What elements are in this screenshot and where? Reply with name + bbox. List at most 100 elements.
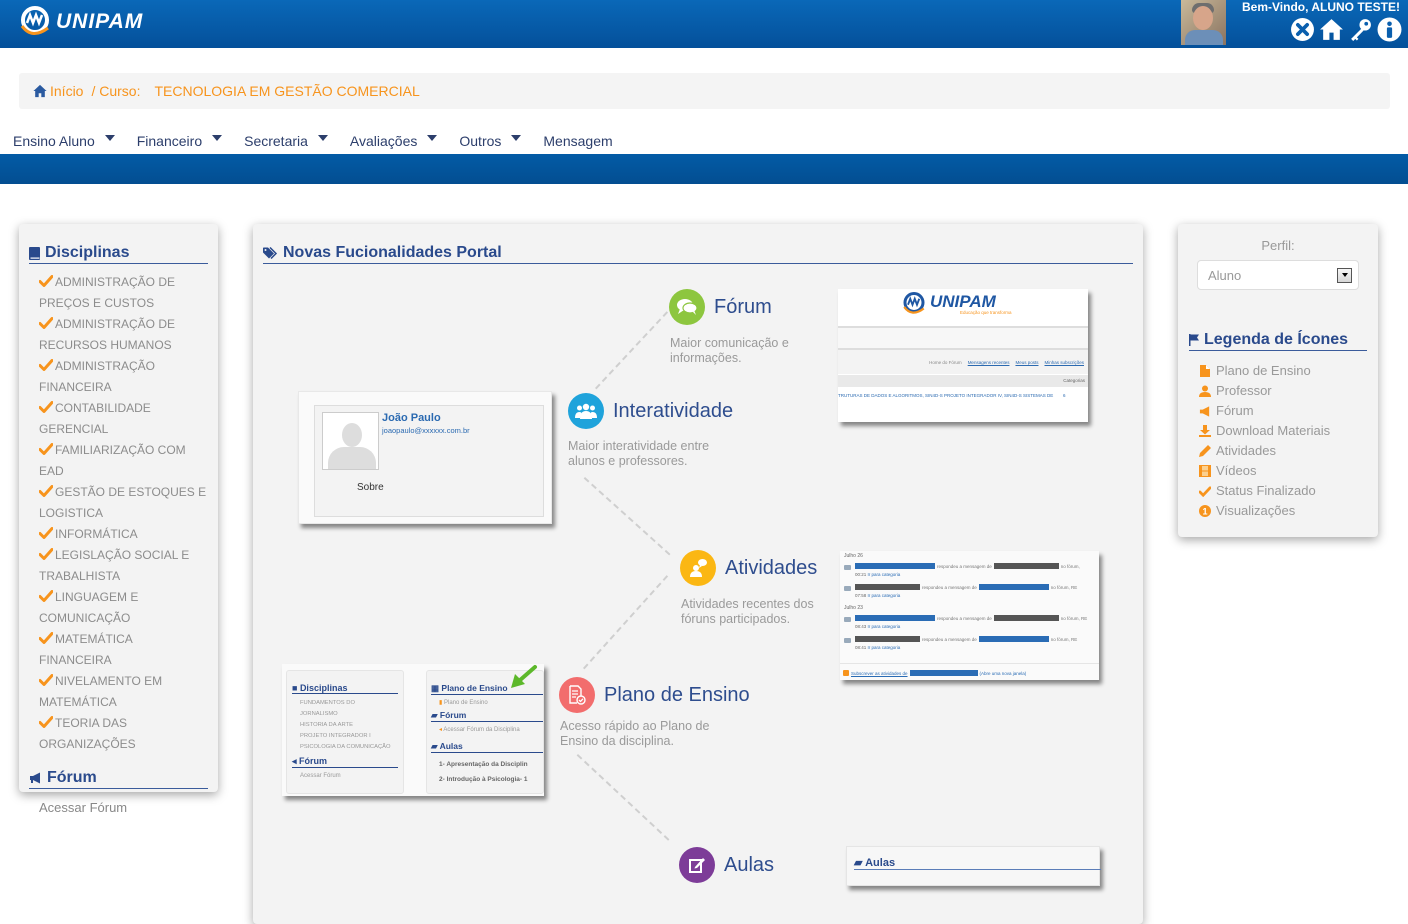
- forum-preview: UNIPAM Educação que transforma Home do F…: [838, 289, 1088, 422]
- discipline-item[interactable]: ADMINISTRAÇÃO DE RECURSOS HUMANOS: [39, 314, 208, 356]
- recent-messages-link[interactable]: Mensagens recentes: [968, 360, 1010, 365]
- forum-row-count: 6: [1063, 393, 1066, 398]
- menu-outros[interactable]: Outros: [459, 133, 522, 149]
- profile-card-preview: João Paulo joaopaulo@xxxxxx.com.br Sobre: [298, 391, 552, 524]
- redacted-user: [993, 615, 1059, 621]
- discipline-label: ADMINISTRAÇÃO DE PREÇOS E CUSTOS: [39, 275, 176, 310]
- category-link[interactable]: Ir para categoria: [868, 624, 901, 629]
- check-icon: [39, 485, 55, 499]
- category-link[interactable]: Ir para categoria: [868, 645, 901, 650]
- discipline-label: FAMILIARIZAÇÃO COM EAD: [39, 443, 186, 478]
- menu-mensagem[interactable]: Mensagem: [543, 133, 612, 149]
- chevron-down-icon: [1337, 267, 1352, 283]
- unipam-logo[interactable]: UNIPAM: [18, 6, 143, 38]
- activity-time: 00:21 Ir para categoria: [855, 572, 901, 577]
- mini-forum-link: Acessar Fórum: [300, 773, 341, 779]
- profile-legend-panel: Perfil: Aluno Legenda de Ícones Plano de…: [1178, 224, 1378, 537]
- legend-label: Visualizações: [1216, 503, 1296, 518]
- discipline-item[interactable]: MATEMÁTICA FINANCEIRA: [39, 629, 208, 671]
- message-icon: [844, 586, 851, 591]
- feature-atividades: Atividades: [680, 550, 817, 586]
- menu-band: [0, 154, 1408, 184]
- title-text: Novas Fucionalidades Portal: [283, 244, 502, 261]
- book-icon: [29, 246, 40, 260]
- legend-label: Vídeos: [1216, 463, 1257, 478]
- discipline-item[interactable]: CONTABILIDADE GERENCIAL: [39, 398, 208, 440]
- my-subscriptions-link[interactable]: Minhas subscrições: [1044, 360, 1084, 365]
- redacted-user: [978, 584, 1049, 590]
- discipline-item[interactable]: LINGUAGEM E COMUNICAÇÃO: [39, 587, 208, 629]
- info-button[interactable]: [1377, 17, 1402, 42]
- activity-entry: respondeu a mensagem de no fórum, RE: [855, 636, 1077, 642]
- my-posts-link[interactable]: Meus posts: [1015, 360, 1038, 365]
- redacted-user: [855, 563, 935, 569]
- legend-label: Professor: [1216, 383, 1272, 398]
- home-button[interactable]: [1319, 17, 1344, 42]
- unipam-logo-icon: [903, 292, 925, 314]
- feature-desc: Atividades recentes dos fóruns participa…: [681, 597, 814, 626]
- profile-select[interactable]: Aluno: [1197, 260, 1359, 290]
- bullhorn-icon: [1199, 405, 1211, 417]
- forum-preview-logo: UNIPAM Educação que transforma: [900, 292, 1012, 316]
- forum-home-link[interactable]: Home do Fórum: [929, 360, 962, 365]
- caret-down-icon: [212, 135, 223, 141]
- forum-title: Fórum: [29, 769, 208, 789]
- tags-icon: [263, 247, 278, 259]
- info-icon: [1377, 17, 1402, 42]
- feature-name: Plano de Ensino: [604, 683, 750, 706]
- category-link[interactable]: Ir para categoria: [868, 593, 901, 598]
- subscribe-link[interactable]: Subscrever as atividades de: [851, 671, 908, 676]
- access-forum-link[interactable]: Acessar Fórum: [29, 800, 208, 815]
- discipline-item[interactable]: ADMINISTRAÇÃO DE PREÇOS E CUSTOS: [39, 272, 208, 314]
- discipline-item[interactable]: NIVELAMENTO EM MATEMÁTICA: [39, 671, 208, 713]
- redacted-user: [855, 636, 920, 642]
- activity-date: Julho 26: [844, 553, 863, 559]
- user-avatar[interactable]: [1181, 0, 1226, 45]
- redacted-user: [855, 584, 920, 590]
- feature-desc: Maior interatividade entre alunos e prof…: [568, 439, 710, 468]
- menu-label: Financeiro: [136, 133, 203, 149]
- legend-label: Download Materiais: [1216, 423, 1331, 438]
- breadcrumb-home-link[interactable]: Início: [50, 83, 83, 99]
- activity-entry: respondeu a mensagem de no fórum, RE: [855, 615, 1087, 621]
- mini-plan-link: ▮ Plano de Ensino: [439, 700, 488, 706]
- new-features-title: Novas Fucionalidades Portal: [263, 244, 1133, 264]
- menu-avaliacoes[interactable]: Avaliações: [350, 133, 438, 149]
- discipline-item[interactable]: FAMILIARIZAÇÃO COM EAD: [39, 440, 208, 482]
- edit-icon: [679, 847, 715, 883]
- logout-button[interactable]: [1290, 17, 1315, 42]
- menu-label: Secretaria: [244, 133, 308, 149]
- check-icon: [1199, 485, 1211, 497]
- legend-list: Plano de Ensino Professor Fórum Download Ma…: [1189, 361, 1367, 521]
- discipline-item[interactable]: LEGISLAÇÃO SOCIAL E TRABALHISTA: [39, 545, 208, 587]
- menu-secretaria[interactable]: Secretaria: [244, 133, 328, 149]
- check-icon: [39, 527, 55, 541]
- legend-item: Download Materiais: [1199, 421, 1367, 441]
- aulas-preview-title: ▰ Aulas: [854, 856, 1101, 870]
- profile-about: Sobre: [357, 482, 384, 493]
- category-link[interactable]: Ir para categoria: [868, 572, 901, 577]
- unipam-logo-icon: [20, 6, 49, 35]
- forum-row-text[interactable]: TRUTURAS DE DADOS E ALGORITMOS, SIN4D-S …: [838, 393, 1053, 398]
- discipline-item[interactable]: GESTÃO DE ESTOQUES E LOGISTICA: [39, 482, 208, 524]
- menu-financeiro[interactable]: Financeiro: [136, 133, 223, 149]
- discipline-label: GESTÃO DE ESTOQUES E LOGISTICA: [39, 485, 207, 520]
- mini-forum-title: ▰ Fórum: [431, 710, 543, 722]
- discipline-item[interactable]: TEORIA DAS ORGANIZAÇÕES: [39, 713, 208, 755]
- avatar-placeholder-icon: [322, 412, 379, 470]
- activity-time: 08:43 Ir para categoria: [855, 624, 901, 629]
- discipline-label: ADMINISTRAÇÃO FINANCEIRA: [39, 359, 156, 394]
- redacted-user: [993, 563, 1059, 569]
- discipline-item[interactable]: INFORMÁTICA: [39, 524, 208, 545]
- menu-ensino-aluno[interactable]: Ensino Aluno: [13, 133, 115, 149]
- file-icon: [1199, 365, 1211, 377]
- check-icon: [39, 716, 55, 730]
- change-password-button[interactable]: [1348, 17, 1373, 42]
- check-icon: [39, 674, 55, 688]
- home-icon: [1320, 19, 1343, 40]
- legend-title: Legenda de Ícones: [1189, 331, 1367, 351]
- legend-item: 1 Visualizações: [1199, 501, 1367, 521]
- activity-entry: respondeu a mensagem de no fórum,: [855, 563, 1080, 569]
- discipline-item[interactable]: ADMINISTRAÇÃO FINANCEIRA: [39, 356, 208, 398]
- svg-text:1: 1: [1202, 506, 1207, 516]
